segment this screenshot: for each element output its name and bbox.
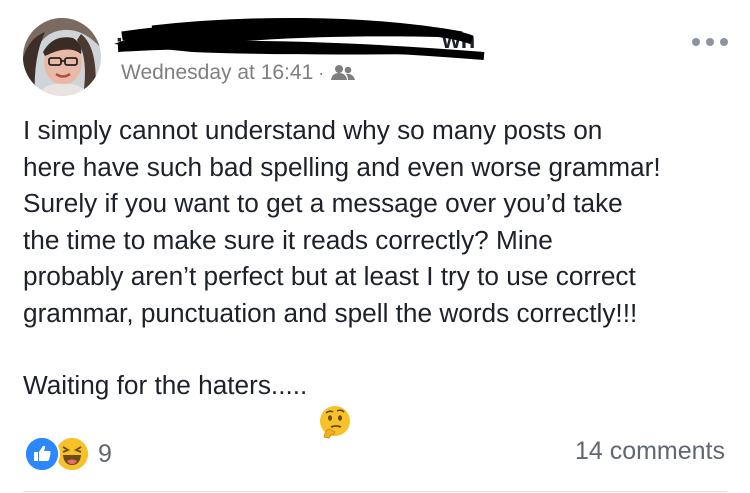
friends-icon[interactable] bbox=[330, 64, 356, 82]
meta-separator: · bbox=[318, 62, 325, 83]
thinking-face-icon bbox=[317, 367, 353, 439]
reaction-count: 9 bbox=[98, 439, 112, 468]
post-paragraph: I simply cannot understand why so many p… bbox=[23, 115, 661, 328]
reactions-summary[interactable]: 9 bbox=[24, 436, 112, 472]
footer-divider bbox=[23, 491, 727, 492]
more-options-button[interactable] bbox=[692, 34, 728, 50]
post-timestamp[interactable]: Wednesday at 16:41 bbox=[121, 61, 313, 85]
post-body: I simply cannot understand why so many p… bbox=[23, 112, 735, 439]
dot-icon bbox=[706, 38, 714, 46]
dot-icon bbox=[692, 38, 700, 46]
post-paragraph-closing: Waiting for the haters..... bbox=[23, 367, 735, 439]
comments-count-link[interactable]: 14 comments bbox=[575, 437, 725, 466]
post-closing-text: Waiting for the haters..... bbox=[23, 370, 308, 400]
dot-icon bbox=[720, 38, 728, 46]
author-avatar[interactable] bbox=[23, 18, 101, 96]
like-icon bbox=[24, 436, 60, 472]
author-name-redacted: ·-··- -· wn bbox=[112, 14, 512, 64]
post-meta: Wednesday at 16:41 · bbox=[121, 61, 356, 85]
